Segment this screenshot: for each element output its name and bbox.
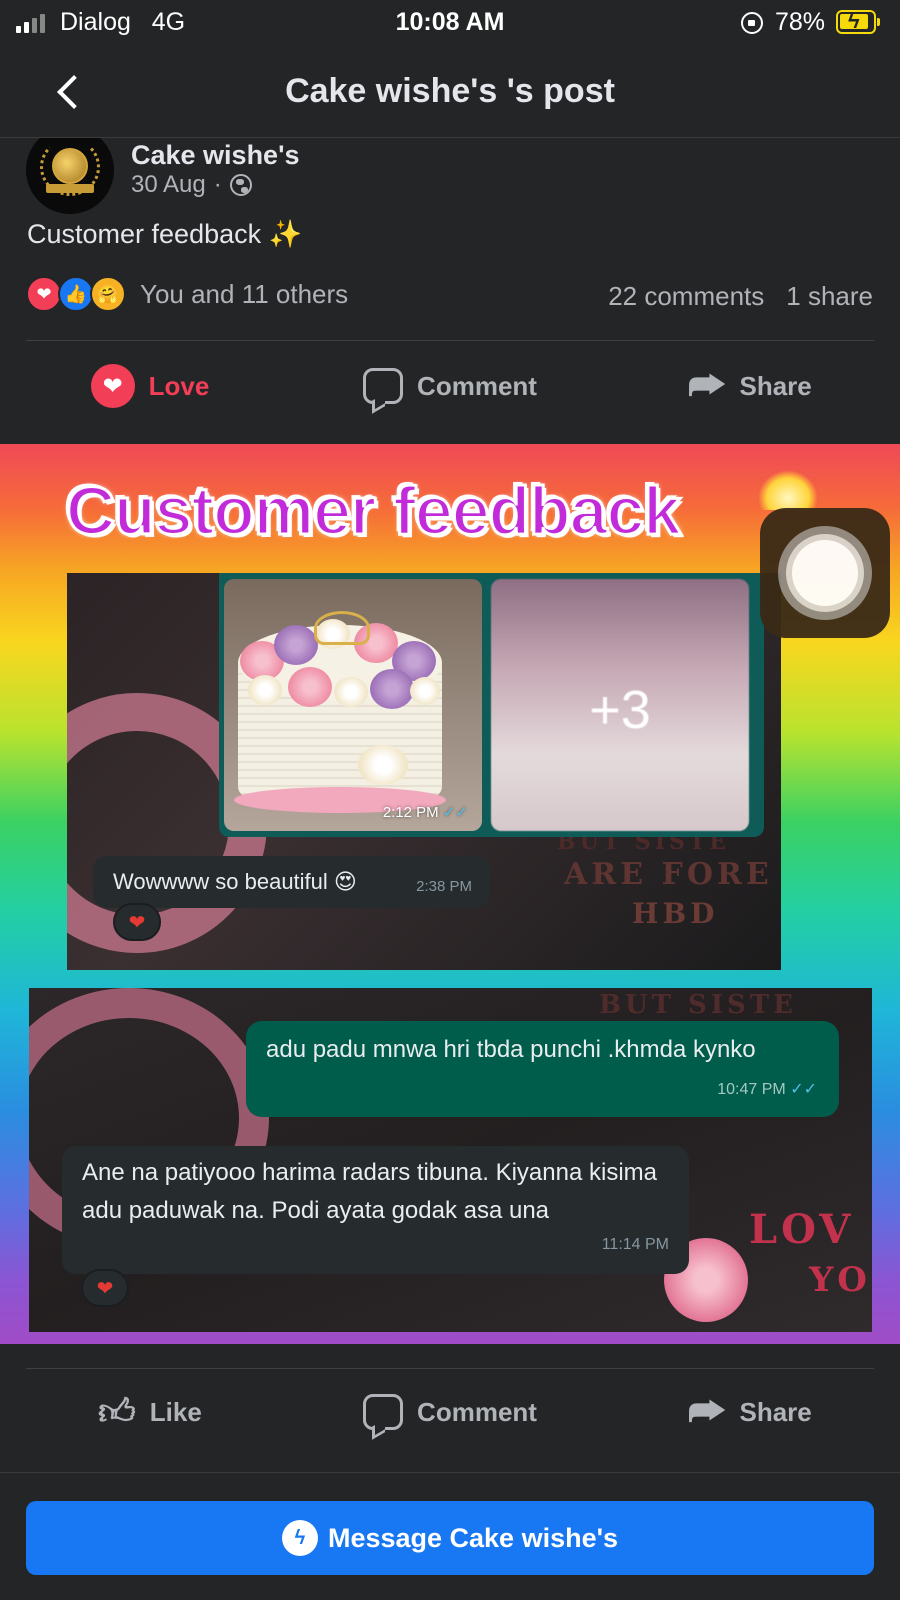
outgoing-message: adu padu mnwa hri tbda punchi .khmda kyn…: [246, 1021, 839, 1117]
logo-ribbon: [46, 184, 94, 193]
love-reaction-icon: ❤: [26, 276, 62, 312]
comment-icon: [363, 368, 404, 404]
author-name[interactable]: Cake wishe's: [131, 140, 300, 171]
post-image[interactable]: Customer feedback BUT SISTE ARE FORE HBD: [0, 444, 900, 1344]
cake-topper: [314, 611, 370, 645]
sparkles-icon: ✨: [268, 219, 303, 249]
thumbs-up-icon: 👍︎: [98, 1391, 136, 1432]
care-reaction-icon: 🤗: [90, 276, 126, 312]
post-meta: 30 Aug ·: [131, 171, 252, 199]
engagement-counts: 22 comments 1 share: [608, 281, 873, 312]
photo-timestamp: 2:12 PM ✓✓: [382, 804, 468, 821]
cake-illustration: [234, 611, 449, 819]
avatar[interactable]: [26, 138, 114, 214]
post-date: 30 Aug: [131, 171, 206, 198]
assistive-touch-button[interactable]: [760, 508, 890, 638]
cake-photo: 2:12 PM ✓✓: [224, 579, 482, 831]
post-card: Cake wishe's 30 Aug · Customer feedback …: [0, 138, 900, 428]
bg-cake-text: LOV: [749, 1206, 855, 1253]
messenger-bar: ϟ Message Cake wishe's: [0, 1472, 900, 1600]
share-icon: ⮫: [688, 364, 726, 408]
incoming-message: Ane na patiyooo harima radars tibuna. Ki…: [62, 1146, 689, 1274]
image-actions: 👍︎ Like Comment ⮫ Share: [0, 1370, 900, 1454]
more-photos-count: +3: [589, 680, 651, 740]
share-button[interactable]: ⮫ Share: [600, 344, 900, 428]
bg-cake-text: ARE FORE: [564, 857, 773, 892]
heart-reaction-icon: ❤: [113, 903, 161, 941]
charging-icon: ϟ: [848, 8, 860, 33]
comment-button[interactable]: Comment: [300, 1370, 600, 1454]
image-headline: Customer feedback: [64, 472, 682, 551]
battery-percent: 78%: [775, 8, 826, 36]
bg-cake-text: YOU: [809, 1260, 872, 1300]
clock: 10:08 AM: [395, 8, 505, 36]
rotation-lock-icon: [741, 12, 763, 34]
gold-coin-logo: [52, 148, 88, 184]
heart-icon: ❤: [90, 364, 135, 408]
comments-count[interactable]: 22 comments: [608, 281, 764, 312]
divider: [26, 1368, 874, 1369]
sparkle-burst-icon: [758, 470, 818, 510]
page-title: Cake wishe's 's post: [285, 72, 615, 110]
love-button[interactable]: ❤ Love: [0, 344, 300, 428]
divider: [26, 340, 874, 341]
chat-screenshot-2: BUT SISTE LOV YOU adu padu mnwa hri tbda…: [29, 988, 872, 1332]
bg-cake-text: BUT SISTE: [599, 990, 797, 1020]
more-photos-tile: +3: [491, 579, 749, 831]
messenger-icon: ϟ: [281, 1520, 318, 1556]
status-bar: Dialog 4G 10:08 AM 78% ϟ: [0, 0, 900, 46]
comment-icon: [363, 1394, 404, 1430]
incoming-message: Wowwww so beautiful 😍 2:38 PM: [93, 856, 490, 908]
post-caption: Customer feedback ✨: [27, 219, 303, 249]
top-nav: Cake wishe's 's post: [0, 46, 900, 138]
share-icon: ⮫: [688, 1390, 726, 1434]
comment-button[interactable]: Comment: [300, 344, 600, 428]
like-reaction-icon: 👍: [58, 276, 94, 312]
share-button[interactable]: ⮫ Share: [600, 1370, 900, 1454]
meta-separator: ·: [213, 171, 222, 198]
globe-icon: [229, 174, 252, 196]
bg-cake-text: HBD: [632, 897, 719, 930]
reactions-text: You and 11 others: [140, 278, 349, 309]
message-page-button[interactable]: ϟ Message Cake wishe's: [26, 1501, 874, 1575]
image-action-bar: 👍︎ Like Comment ⮫ Share: [0, 1344, 900, 1456]
like-button[interactable]: 👍︎ Like: [0, 1370, 300, 1454]
shares-count[interactable]: 1 share: [786, 281, 873, 312]
chat-screenshot-1: BUT SISTE ARE FORE HBD 2:12 PM ✓✓ +3 Wow…: [67, 573, 781, 970]
heart-reaction-icon: ❤: [81, 1269, 129, 1307]
post-action-bar: ❤ Love Comment ⮫ Share: [0, 344, 900, 428]
reactions-summary[interactable]: ❤ 👍 🤗 You and 11 others: [26, 276, 348, 312]
